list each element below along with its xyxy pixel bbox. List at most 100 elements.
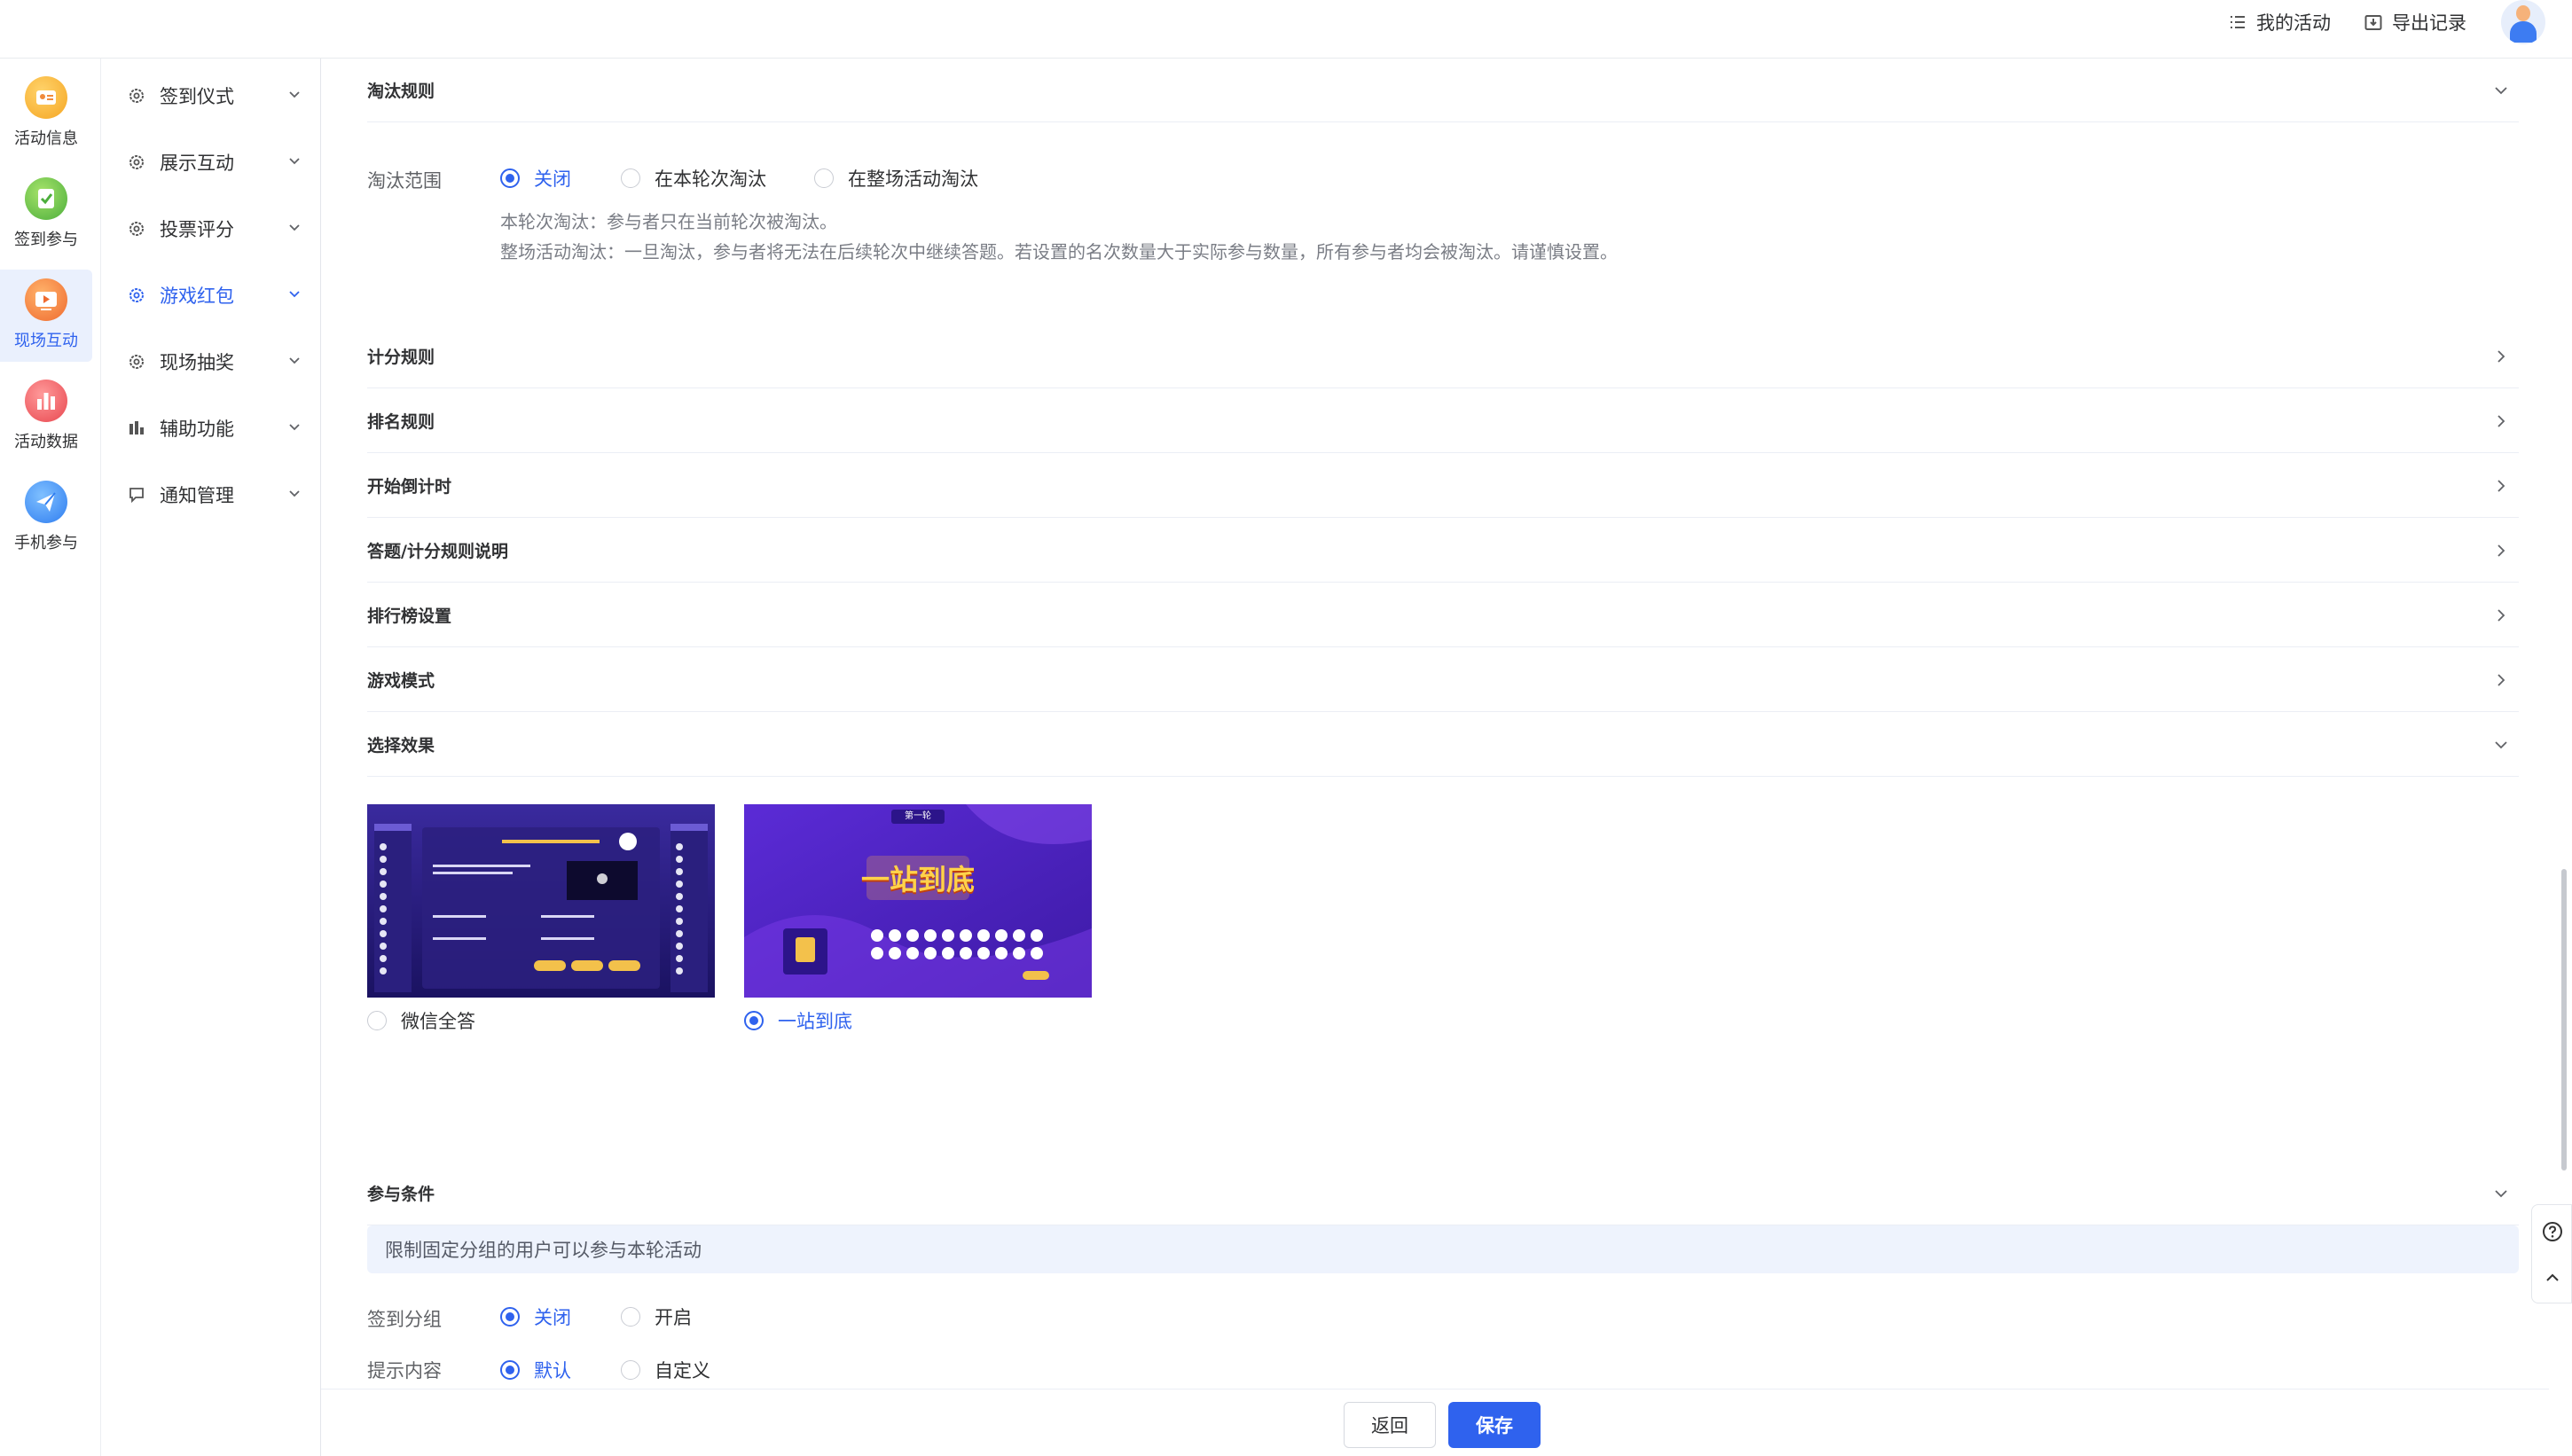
section-title: 选择效果 xyxy=(367,736,435,755)
chevron-right-icon xyxy=(2492,348,2510,365)
radio-dot xyxy=(367,1011,387,1030)
section-title: 排行榜设置 xyxy=(367,607,452,626)
nav-item-activity-info[interactable]: 活动信息 xyxy=(0,67,92,160)
menu-item-label: 投票评分 xyxy=(160,219,234,240)
menu-item-notifications[interactable]: 通知管理 xyxy=(128,475,314,514)
chevron-right-icon xyxy=(2492,671,2510,689)
section-header-ranking[interactable]: 排名规则 xyxy=(367,389,2519,453)
nav-item-live-interaction[interactable]: 现场互动 xyxy=(0,270,92,362)
radio-dot xyxy=(500,1360,520,1380)
radio-label: 在本轮次淘汰 xyxy=(655,168,766,190)
section-title: 开始倒计时 xyxy=(367,477,452,497)
chevron-down-icon xyxy=(286,418,303,435)
preview-round-label: 第一轮 xyxy=(905,811,931,821)
section-header-game-mode[interactable]: 游戏模式 xyxy=(367,648,2519,712)
section-header-participation[interactable]: 参与条件 xyxy=(367,1162,2519,1225)
chevron-down-icon xyxy=(286,218,303,236)
chevron-down-icon xyxy=(286,484,303,502)
section-header-scoring[interactable]: 计分规则 xyxy=(367,325,2519,388)
mobile-participation-icon xyxy=(25,481,67,523)
scrollbar-thumb[interactable] xyxy=(2561,869,2567,1170)
menu-item-label: 游戏红包 xyxy=(160,286,234,307)
primary-sidebar: 活动信息 签到参与 现场互动 活动数据 手机参与 xyxy=(0,59,101,1456)
radio-label: 微信全答 xyxy=(401,1011,475,1032)
section-title: 排名规则 xyxy=(367,412,435,432)
export-records-link[interactable]: 导出记录 xyxy=(2364,9,2466,35)
user-avatar[interactable] xyxy=(2501,0,2545,44)
nav-item-activity-data[interactable]: 活动数据 xyxy=(0,371,92,463)
section-header-rule-description[interactable]: 答题/计分规则说明 xyxy=(367,519,2519,583)
radio-dot xyxy=(621,168,640,188)
nav-label: 活动信息 xyxy=(14,129,78,148)
export-records-label: 导出记录 xyxy=(2392,12,2466,34)
secondary-sidebar: 签到仪式 展示互动 投票评分 游戏红包 现场抽奖 辅助功能 通知管理 xyxy=(101,59,321,1456)
help-icon[interactable] xyxy=(2542,1221,2563,1246)
nav-label: 活动数据 xyxy=(14,433,78,451)
radio-elimination-off[interactable]: 关闭 xyxy=(500,165,571,192)
radio-label: 关闭 xyxy=(534,168,571,190)
menu-item-voting[interactable]: 投票评分 xyxy=(128,209,314,248)
prompt-content-label: 提示内容 xyxy=(367,1360,442,1382)
radio-group-on[interactable]: 开启 xyxy=(621,1303,692,1330)
section-title: 游戏模式 xyxy=(367,671,435,691)
participation-info-text: 限制固定分组的用户可以参与本轮活动 xyxy=(385,1240,702,1261)
notification-icon xyxy=(128,486,145,504)
radio-group-off[interactable]: 关闭 xyxy=(500,1303,571,1330)
radio-elimination-whole[interactable]: 在整场活动淘汰 xyxy=(814,165,978,192)
menu-item-label: 现场抽奖 xyxy=(160,352,234,373)
bar-chart-icon xyxy=(128,419,145,437)
radio-effect-last-one-standing[interactable]: 一站到底 xyxy=(744,1007,852,1034)
section-title: 参与条件 xyxy=(367,1185,435,1204)
chevron-right-icon xyxy=(2492,412,2510,430)
radio-label: 自定义 xyxy=(655,1360,710,1382)
section-header-leaderboard[interactable]: 排行榜设置 xyxy=(367,583,2519,647)
section-title: 计分规则 xyxy=(367,348,435,367)
back-to-top-icon[interactable] xyxy=(2542,1267,2563,1292)
radio-prompt-custom[interactable]: 自定义 xyxy=(621,1357,710,1383)
radio-dot xyxy=(621,1360,640,1380)
back-button[interactable]: 返回 xyxy=(1344,1402,1436,1448)
nav-item-checkin[interactable]: 签到参与 xyxy=(0,168,92,261)
gear-icon xyxy=(128,353,145,371)
checkin-group-label: 签到分组 xyxy=(367,1309,442,1330)
radio-dot xyxy=(814,168,834,188)
effect-preview-wechat-quiz[interactable] xyxy=(367,804,715,998)
nav-label: 现场互动 xyxy=(14,332,78,350)
radio-dot xyxy=(744,1011,764,1030)
export-icon xyxy=(2364,12,2383,32)
floating-toolbar xyxy=(2531,1204,2572,1303)
section-header-elimination[interactable]: 淘汰规则 xyxy=(367,59,2519,122)
menu-item-auxiliary[interactable]: 辅助功能 xyxy=(128,409,314,448)
radio-elimination-round[interactable]: 在本轮次淘汰 xyxy=(621,165,766,192)
section-header-effect[interactable]: 选择效果 xyxy=(367,713,2519,777)
menu-item-label: 辅助功能 xyxy=(160,419,234,440)
chevron-down-icon xyxy=(2492,82,2510,99)
my-activities-link[interactable]: 我的活动 xyxy=(2228,9,2331,35)
radio-dot xyxy=(500,168,520,188)
menu-item-label: 展示互动 xyxy=(160,153,234,174)
main-content: 淘汰规则 淘汰范围 关闭 在本轮次淘汰 在整场活动淘汰 本轮次淘汰：参与者只在当… xyxy=(321,59,2549,1389)
menu-item-label: 签到仪式 xyxy=(160,86,234,107)
save-button[interactable]: 保存 xyxy=(1448,1402,1541,1448)
menu-item-checkin-ceremony[interactable]: 签到仪式 xyxy=(128,76,314,115)
nav-item-mobile-participation[interactable]: 手机参与 xyxy=(0,472,92,564)
menu-item-label: 通知管理 xyxy=(160,485,234,506)
menu-item-lottery[interactable]: 现场抽奖 xyxy=(128,342,314,381)
radio-dot xyxy=(500,1307,520,1327)
menu-item-games-redpacket[interactable]: 游戏红包 xyxy=(128,276,314,315)
gear-icon xyxy=(128,153,145,171)
list-icon xyxy=(2228,12,2247,32)
chevron-down-icon xyxy=(286,285,303,302)
checkin-icon xyxy=(25,177,67,220)
section-header-countdown[interactable]: 开始倒计时 xyxy=(367,454,2519,518)
effect-preview-last-one-standing[interactable]: 第一轮 一站到底 xyxy=(744,804,1092,998)
menu-item-display-interaction[interactable]: 展示互动 xyxy=(128,143,314,182)
chevron-right-icon xyxy=(2492,542,2510,560)
section-title: 答题/计分规则说明 xyxy=(367,542,508,561)
top-header: 我的活动 导出记录 xyxy=(0,0,2572,59)
gear-icon xyxy=(128,87,145,105)
radio-effect-wechat-quiz[interactable]: 微信全答 xyxy=(367,1007,475,1034)
radio-label: 一站到底 xyxy=(778,1011,852,1032)
section-title: 淘汰规则 xyxy=(367,82,435,101)
radio-prompt-default[interactable]: 默认 xyxy=(500,1357,571,1383)
